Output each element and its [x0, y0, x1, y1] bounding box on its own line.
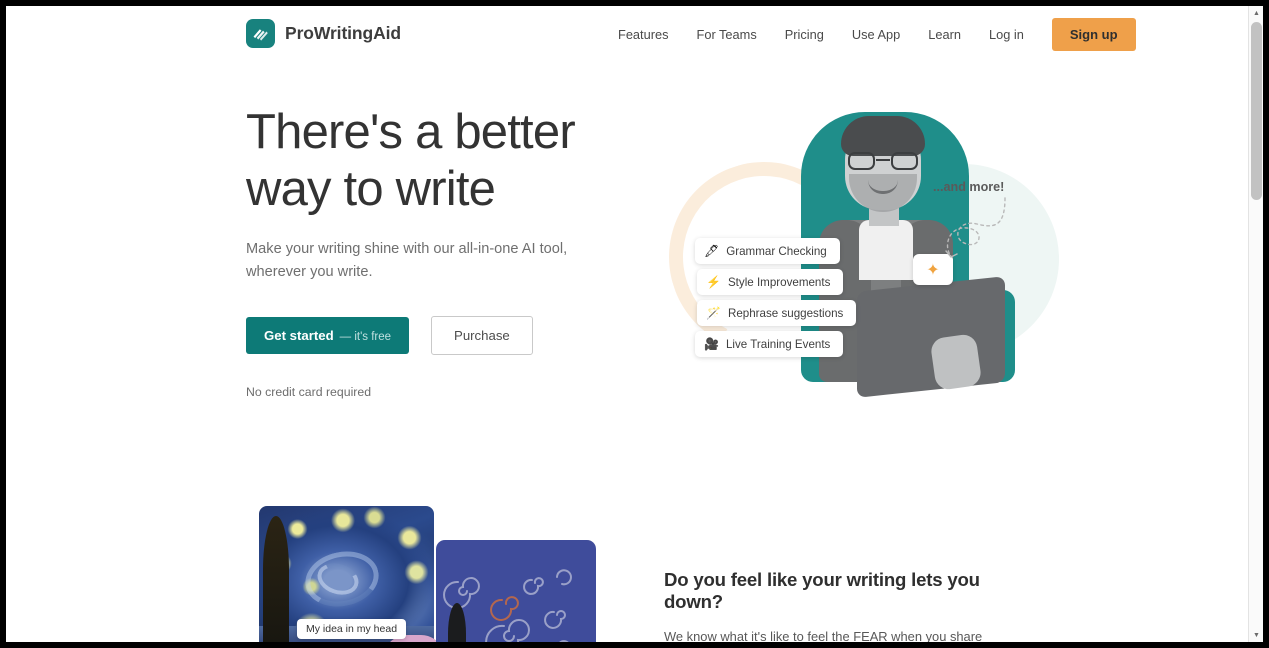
nav-features[interactable]: Features: [604, 27, 683, 42]
brand-name: ProWritingAid: [285, 23, 402, 43]
laptop-icon: [857, 276, 1005, 398]
quill-pen-icon: 🖋: [704, 244, 720, 258]
eyeglasses-icon: [847, 152, 919, 170]
lower-section-title: Do you feel like your writing lets you d…: [664, 569, 980, 612]
nav-use-app[interactable]: Use App: [838, 27, 914, 42]
doodle-drawing: [436, 540, 596, 642]
get-started-sublabel: — it's free: [339, 331, 392, 343]
lower-section-copy: Do you feel like your writing lets you d…: [664, 569, 1016, 642]
no-credit-card-note: No credit card required: [246, 385, 372, 399]
and-more-label: ...and more!: [933, 180, 1005, 194]
hero-title: There's a better way to write: [246, 105, 576, 216]
page-content: ProWritingAid Features For Teams Pricing…: [6, 6, 1248, 642]
feature-chip-live-training-events: 🎥 Live Training Events: [695, 331, 844, 357]
purchase-button[interactable]: Purchase: [431, 316, 533, 355]
main-navigation: Features For Teams Pricing Use App Learn…: [604, 6, 1136, 62]
brand-logo-link[interactable]: ProWritingAid: [246, 19, 401, 48]
person-hair: [841, 116, 925, 156]
magic-wand-icon: 🪄: [706, 306, 721, 320]
starry-night-illustration: My idea in my head: [251, 503, 601, 642]
feature-chip-rephrase-suggestions: 🪄 Rephrase suggestions: [697, 300, 857, 326]
feature-chip-label: Live Training Events: [725, 337, 831, 351]
feature-chip-style-improvements: ⚡ Style Improvements: [697, 269, 844, 295]
idea-label-tooltip: My idea in my head: [297, 619, 407, 639]
person-shirt: [859, 220, 913, 280]
sign-up-button[interactable]: Sign up: [1051, 17, 1136, 51]
hero-copy: There's a better way to write Make your …: [246, 104, 646, 399]
get-started-button[interactable]: Get started — it's free: [246, 317, 410, 354]
hero-cta-group: Get started — it's free Purchase: [246, 316, 646, 355]
feature-chip-label: Rephrase suggestions: [727, 306, 844, 320]
painting-cypress-tree: [263, 516, 289, 642]
hero-subtitle: Make your writing shine with our all-in-…: [246, 241, 568, 280]
vertical-scrollbar[interactable]: ▲ ▼: [1248, 6, 1263, 642]
dotted-arrow-icon: [945, 197, 1006, 258]
scrollbar-thumb[interactable]: [1251, 22, 1262, 200]
feature-chip-grammar-checking: 🖋 Grammar Checking: [695, 238, 840, 264]
person-hand: [929, 333, 983, 391]
nav-for-teams[interactable]: For Teams: [683, 27, 771, 42]
scroll-up-arrow-icon[interactable]: ▲: [1249, 6, 1263, 20]
hero-illustration: ✦ ...and more! 🖋 Grammar Checking ⚡ Styl…: [644, 94, 1061, 404]
feature-chip-label: Style Improvements: [727, 275, 831, 289]
nav-learn[interactable]: Learn: [914, 27, 975, 42]
video-camera-icon: 🎥: [704, 337, 719, 351]
scroll-down-arrow-icon[interactable]: ▼: [1249, 628, 1263, 642]
nav-log-in[interactable]: Log in: [975, 27, 1038, 42]
lower-section-body: We know what it's like to feel the FEAR …: [664, 629, 983, 642]
lightning-bolt-icon: ⚡: [706, 275, 721, 289]
site-header: ProWritingAid Features For Teams Pricing…: [6, 6, 1248, 62]
get-started-label: Get started: [264, 328, 334, 343]
nav-pricing[interactable]: Pricing: [771, 27, 838, 42]
browser-viewport: ProWritingAid Features For Teams Pricing…: [6, 6, 1263, 642]
feature-chip-label: Grammar Checking: [726, 244, 827, 258]
book-pages-icon: [246, 19, 275, 48]
